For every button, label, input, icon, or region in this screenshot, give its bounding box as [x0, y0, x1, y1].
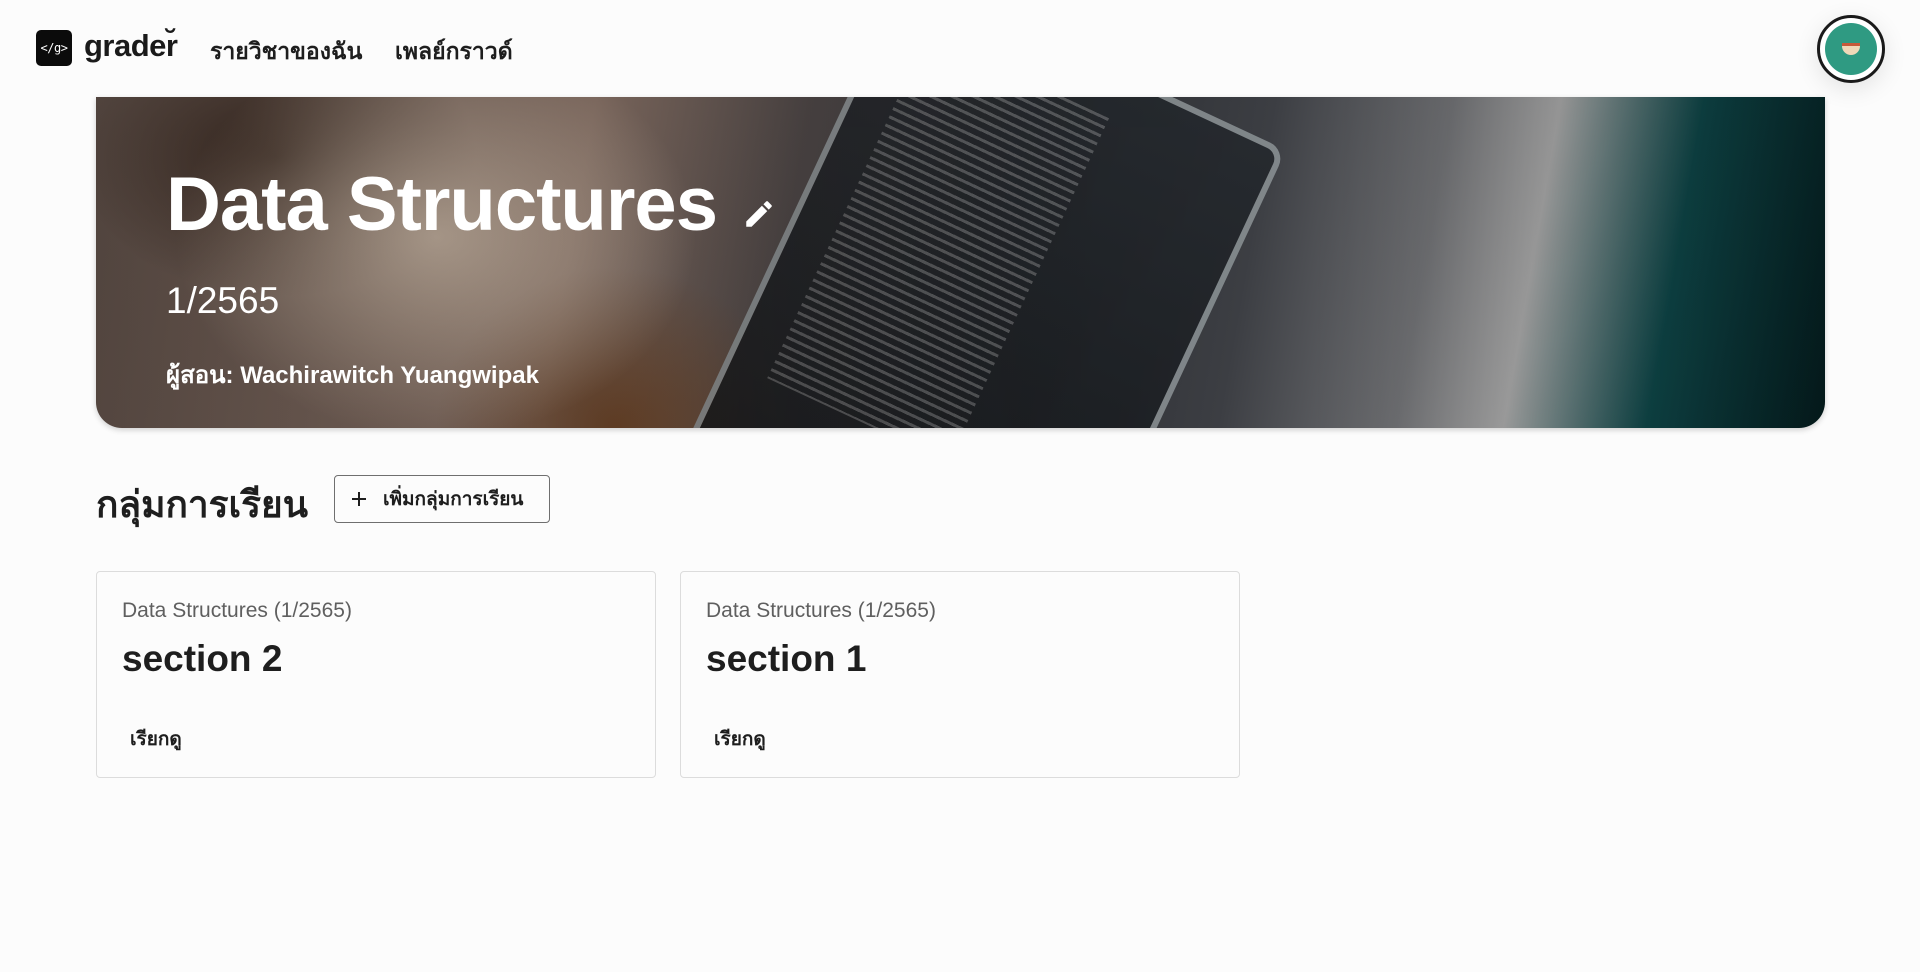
- course-instructor: ผู้สอน: Wachirawitch Yuangwipak: [166, 362, 539, 389]
- top-navbar: </g> grader̆ รายวิชาของฉัน เพลย์กราวด์: [0, 0, 1920, 97]
- add-study-group-label: เพิ่มกลุ่มการเรียน: [383, 489, 524, 510]
- course-term: 1/2565: [166, 280, 280, 321]
- nav-my-courses[interactable]: รายวิชาของฉัน: [210, 34, 362, 70]
- section-course-label: Data Structures (1/2565): [122, 599, 352, 622]
- pencil-icon: [746, 200, 772, 227]
- view-section-button[interactable]: เรียกดู: [122, 720, 190, 758]
- logo-icon[interactable]: </g>: [36, 30, 72, 66]
- user-avatar-button[interactable]: [1817, 15, 1885, 83]
- course-hero-banner: Data Structures 1/2565 ผู้สอน: Wachirawi…: [96, 97, 1825, 428]
- section-course-label: Data Structures (1/2565): [706, 599, 936, 622]
- section-card[interactable]: Data Structures (1/2565) section 1 เรียก…: [680, 571, 1240, 778]
- nav-playground[interactable]: เพลย์กราวด์: [395, 34, 513, 70]
- user-avatar-icon: [1825, 23, 1877, 75]
- section-card[interactable]: Data Structures (1/2565) section 2 เรียก…: [96, 571, 656, 778]
- course-title: Data Structures: [166, 162, 718, 247]
- section-name: section 1: [706, 638, 867, 679]
- add-study-group-button[interactable]: เพิ่มกลุ่มการเรียน: [334, 475, 550, 523]
- brand-name[interactable]: grader̆: [84, 28, 178, 64]
- study-groups-heading: กลุ่มการเรียน: [96, 484, 309, 525]
- view-section-button[interactable]: เรียกดู: [706, 720, 774, 758]
- edit-course-button[interactable]: [739, 194, 779, 234]
- course-title-row: Data Structures: [166, 161, 779, 248]
- plus-icon: [347, 487, 371, 511]
- section-name: section 2: [122, 638, 283, 679]
